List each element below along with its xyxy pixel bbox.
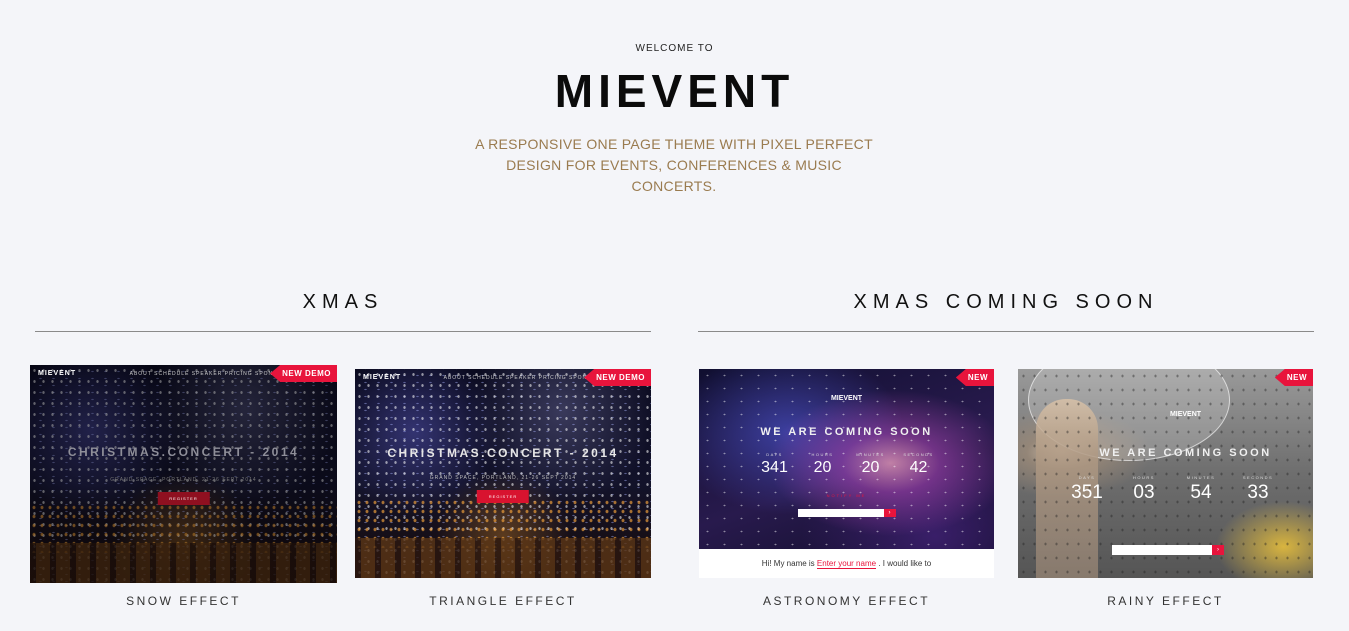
countdown-label: MINUTES [856,452,885,457]
countdown-hours: HOURS 03 [1116,475,1173,504]
countdown-value: 03 [1133,482,1155,503]
preview-notify-label: NOTIFY ME [826,493,867,498]
chevron-right-icon: › [883,509,896,517]
strip-text-after: . I would like to [878,559,932,568]
preview-headline: CHRISTMAS.CONCERT - 2014 [387,446,619,460]
countdown-minutes: MINUTES 20 [847,452,895,477]
preview-nav-links: ABOUT SCHEDULE SPEAKER PRICING SPONSOR [129,371,287,377]
preview-headline: WE ARE COMING SOON [760,426,933,438]
brand-title: MIEVENT [554,65,795,117]
countdown-label: SECONDS [1242,475,1274,480]
preview-email-input [1112,545,1212,555]
demo-card-astronomy-effect[interactable]: MIEVENT WE ARE COMING SOON DAYS 341 HOURS… [699,369,994,578]
preview-nav: MIEVENT ABOUT SCHEDULE SPEAKER PRICING S… [38,370,297,379]
preview-logo: MIEVENT [1169,411,1202,418]
strip-name-placeholder: Enter your name [816,559,877,569]
demo-card-snow-effect[interactable]: MIEVENT ABOUT SCHEDULE SPEAKER PRICING S… [30,365,337,583]
countdown-label: DAYS [766,452,783,457]
preview-email-form: › [1112,545,1224,555]
countdown-label: DAYS [1078,475,1096,480]
countdown-value: 341 [761,459,788,476]
countdown-days: DAYS 341 [751,452,799,477]
countdown-value: 33 [1247,482,1269,503]
countdown-value: 42 [909,459,928,476]
preview-register-button: REGISTER [476,490,530,503]
demo-caption-snow-effect[interactable]: SNOW EFFECT [30,594,337,608]
countdown-value: 54 [1190,482,1212,503]
section-title-xmas-coming-soon: XMAS COMING SOON [853,291,1159,313]
preview-email-form: › [797,509,896,517]
new-demo-badge: NEW DEMO [584,369,651,386]
chevron-right-icon: › [1212,545,1224,555]
preview-nav-links: ABOUT SCHEDULE SPEAKER PRICING SPONSOR [443,375,601,381]
demo-card-rainy-effect[interactable]: MIEVENT WE ARE COMING SOON DAYS 351 HOURS… [1018,369,1313,578]
countdown-minutes: MINUTES 54 [1173,475,1230,504]
dim-overlay [30,365,337,583]
demo-card-triangle-effect[interactable]: MIEVENT ABOUT SCHEDULE SPEAKER PRICING S… [355,369,651,578]
demo-caption-rainy-effect[interactable]: RAINY EFFECT [1018,594,1313,608]
demo-caption-astronomy-effect[interactable]: ASTRONOMY EFFECT [699,594,994,608]
demo-caption-triangle-effect[interactable]: TRIANGLE EFFECT [355,594,651,608]
countdown-label: HOURS [1133,475,1155,480]
countdown-seconds: SECONDS 33 [1230,475,1287,504]
preview-headline: CHRISTMAS.CONCERT - 2014 [67,445,300,459]
countdown-seconds: SECONDS 42 [895,452,943,477]
section-divider-xmas-coming-soon [698,331,1314,332]
preview-logo: MIEVENT [830,395,863,402]
preview-logo: MIEVENT [38,370,77,377]
countdown: DAYS 351 HOURS 03 MINUTES 54 SECONDS 33 [1018,475,1313,504]
countdown-value: 20 [861,459,880,476]
preview-subline: GRAND SPACE, PORTLAND, 21-26 SEPT 2014 [429,475,577,481]
countdown-hours: HOURS 20 [799,452,847,477]
countdown-label: SECONDS [903,452,934,457]
preview-logo: MIEVENT [363,374,402,381]
countdown-label: HOURS [811,452,834,457]
preview-register-button: REGISTER [157,492,210,505]
preview-nav: MIEVENT ABOUT SCHEDULE SPEAKER PRICING S… [363,374,611,383]
countdown-value: 351 [1071,482,1103,503]
countdown-label: MINUTES [1186,475,1216,480]
section-divider-xmas [35,331,651,332]
preview-name-strip: Hi! My name is Enter your name . I would… [699,549,994,578]
fence-decoration [355,538,651,578]
new-demo-badge: NEW DEMO [270,365,337,382]
preview-email-input [797,509,884,517]
countdown: DAYS 341 HOURS 20 MINUTES 20 SECONDS 42 [699,452,994,477]
strip-text-before: Hi! My name is [761,559,815,568]
welcome-label: WELCOME TO [635,43,714,54]
preview-subline: GRAND SPACE, PORTLAND, 21-26 SEPT 2014 [110,477,257,483]
countdown-days: DAYS 351 [1059,475,1116,504]
tagline: A RESPONSIVE ONE PAGE THEME WITH PIXEL P… [475,136,873,194]
section-title-xmas: XMAS [302,291,384,313]
countdown-value: 20 [813,459,832,476]
preview-headline: WE ARE COMING SOON [1099,447,1272,459]
